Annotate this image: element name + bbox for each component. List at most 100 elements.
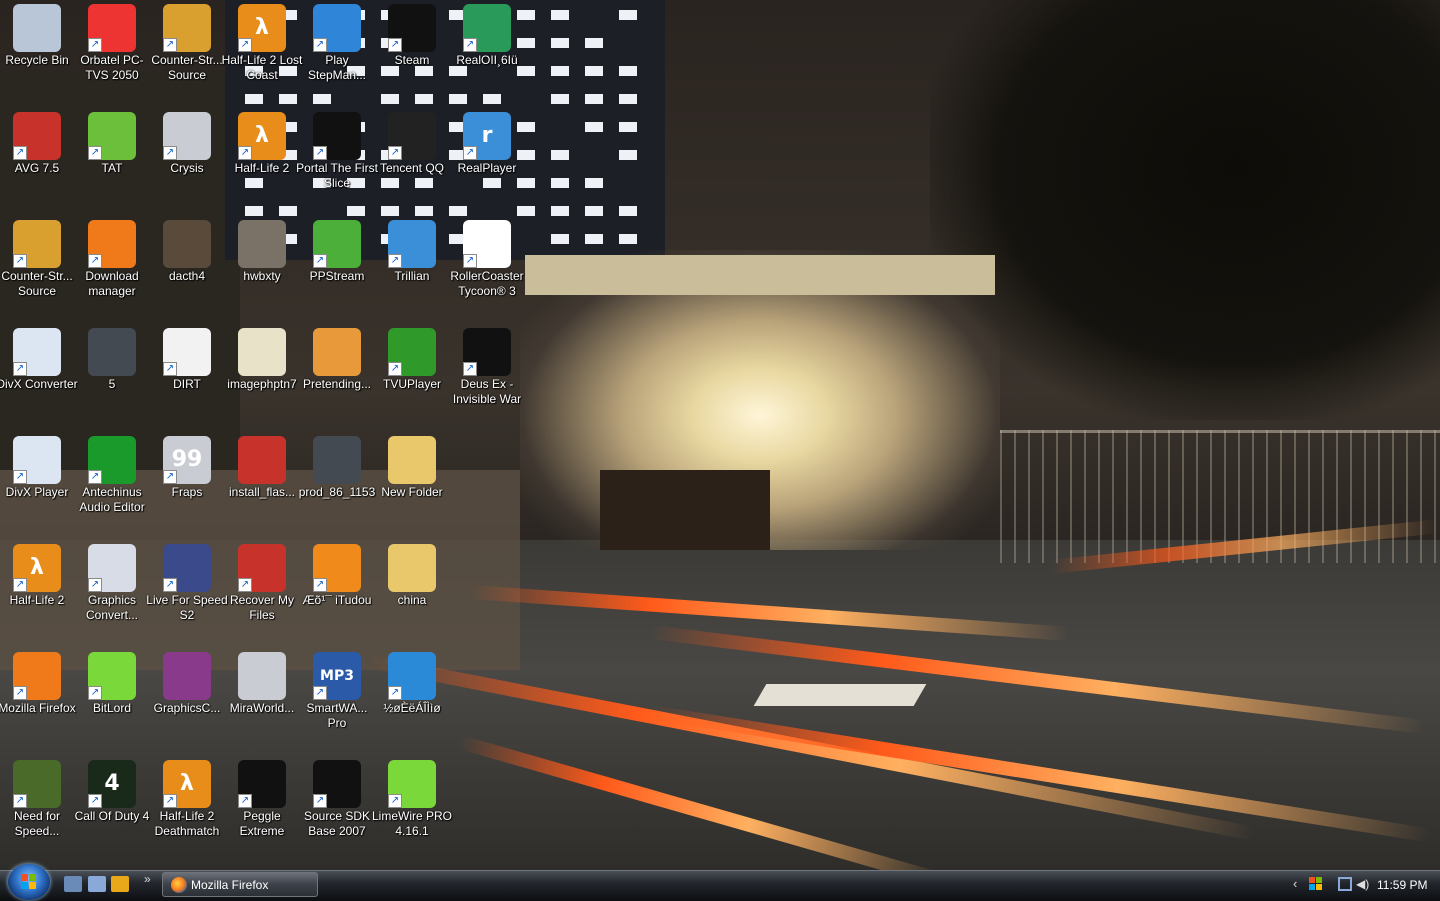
desktop-icon[interactable]: ↗ RealOII¸6Iü (450, 0, 524, 104)
desktop-icon-label: Fraps (171, 485, 203, 499)
desktop-icon-label: Call Of Duty 4 (74, 809, 150, 823)
shortcut-arrow-icon: ↗ (88, 146, 102, 160)
desktop-icon-label: Pretending... (302, 377, 372, 391)
shortcut-arrow-icon: ↗ (88, 686, 102, 700)
desktop-icon[interactable]: ↗ AVG 7.5 (0, 108, 74, 212)
desktop-icon[interactable]: ↗ Source SDK Base 2007 (300, 756, 374, 860)
desktop-icon[interactable]: ↗ Steam (375, 0, 449, 104)
desktop-icon[interactable]: ↗ Live For Speed S2 (146, 540, 228, 644)
half-life-icon: λ ↗ (13, 544, 61, 592)
desktop-icon[interactable]: imagephptn7 (225, 324, 299, 428)
desktop-icon[interactable]: New Folder (375, 432, 449, 536)
desktop-icon[interactable]: ↗ ½øÈëÁÎÌìø (375, 648, 449, 752)
desktop-icon[interactable]: ↗ Need for Speed... (0, 756, 74, 860)
desktop-icon[interactable]: ↗ Antechinus Audio Editor (75, 432, 149, 536)
shortcut-arrow-icon: ↗ (163, 38, 177, 52)
desktop-icon-label: RealPlayer (457, 161, 517, 175)
image-file-icon (238, 220, 286, 268)
desktop-icon[interactable]: r ↗ RealPlayer (450, 108, 524, 212)
desktop-icon[interactable]: ↗ DIRT (150, 324, 224, 428)
building-window (551, 38, 569, 48)
desktop-icon[interactable]: Pretending... (300, 324, 374, 428)
rollercoaster-icon: ↗ (463, 220, 511, 268)
desktop-icon-label: Counter-Str... Source (151, 53, 223, 82)
desktop-icon[interactable]: install_flas... (225, 432, 299, 536)
desktop-icon[interactable]: ↗ Counter-Str... Source (0, 216, 74, 320)
desktop-icon[interactable]: λ ↗ Half-Life 2 (0, 540, 74, 644)
desktop-icon[interactable]: ↗ Deus Ex - Invisible War (450, 324, 524, 428)
volume-icon[interactable]: ◀) (1356, 877, 1370, 891)
desktop-icon[interactable]: ↗ TVUPlayer (375, 324, 449, 428)
desktop-icon[interactable]: 5 (75, 324, 149, 428)
desktop-icon[interactable]: dacth4 (150, 216, 224, 320)
switch-windows-icon[interactable] (88, 876, 106, 892)
desktop-icon[interactable]: ↗ Counter-Str... Source (150, 0, 224, 104)
shortcut-arrow-icon: ↗ (388, 686, 402, 700)
desktop-icon[interactable]: λ ↗ Half-Life 2 Lost Coast (222, 0, 302, 104)
media-player-icon[interactable] (111, 876, 129, 892)
desktop-icon-label: Half-Life 2 (9, 593, 65, 607)
show-hidden-icons-chevron-icon[interactable]: ‹ (1293, 876, 1297, 891)
desktop-icon[interactable]: china (375, 540, 449, 644)
live-for-speed-icon: ↗ (163, 544, 211, 592)
video-file-icon (88, 328, 136, 376)
download-manager-icon: ↗ (88, 220, 136, 268)
desktop-icon-label: AVG 7.5 (14, 161, 60, 175)
desktop-icon[interactable]: ↗ Download manager (75, 216, 149, 320)
shortcut-arrow-icon: ↗ (238, 794, 252, 808)
desktop-icon[interactable]: ↗ Graphics Convert... (75, 540, 149, 644)
desktop-icon[interactable]: GraphicsC... (150, 648, 224, 752)
desktop-icon[interactable]: λ ↗ Half-Life 2 (225, 108, 299, 212)
desktop-icon[interactable]: ↗ Recover My Files (225, 540, 299, 644)
building-window (551, 94, 569, 104)
recover-files-icon: ↗ (238, 544, 286, 592)
crysis-icon: ↗ (163, 112, 211, 160)
desktop-icon-label: Graphics Convert... (85, 593, 139, 622)
desktop-icon[interactable]: 4 ↗ Call Of Duty 4 (75, 756, 149, 860)
desktop-icon[interactable]: ↗ Æõ¹¯ iTudou (300, 540, 374, 644)
shortcut-arrow-icon: ↗ (13, 146, 27, 160)
building-window (619, 206, 637, 216)
show-desktop-icon[interactable] (64, 876, 82, 892)
network-icon[interactable] (1338, 877, 1352, 891)
shortcut-arrow-icon: ↗ (388, 794, 402, 808)
windows-flag-tray-icon[interactable] (1309, 877, 1323, 891)
shortcut-arrow-icon: ↗ (88, 470, 102, 484)
desktop-icon[interactable]: ↗ BitLord (75, 648, 149, 752)
qq-penguin-icon: ↗ (388, 112, 436, 160)
shortcut-arrow-icon: ↗ (313, 578, 327, 592)
desktop-icon[interactable]: ↗ LimeWire PRO 4.16.1 (372, 756, 452, 860)
desktop-icon[interactable]: ↗ Trillian (375, 216, 449, 320)
windows-logo-icon (21, 874, 37, 890)
start-button[interactable] (8, 864, 50, 900)
desktop-icon[interactable]: ↗ DivX Player (0, 432, 74, 536)
desktop-icon[interactable]: hwbxty (225, 216, 299, 320)
desktop-icon[interactable]: λ ↗ Half-Life 2 Deathmatch (150, 756, 224, 860)
desktop-icon[interactable]: ↗ Play StepMan... (300, 0, 374, 104)
desktop-icon[interactable]: ↗ Orbatel PC-TVS 2050 (75, 0, 149, 104)
desktop-icon[interactable]: MP3 ↗ SmartWA... Pro (300, 648, 374, 752)
desktop-icon-label: imagephptn7 (227, 377, 297, 391)
quicklaunch-overflow-chevron-icon[interactable]: » (144, 872, 151, 886)
shortcut-arrow-icon: ↗ (238, 38, 252, 52)
desktop-icon[interactable]: ↗ DivX Converter (0, 324, 78, 428)
desktop-icon[interactable]: ↗ TAT (75, 108, 149, 212)
itudou-icon: ↗ (313, 544, 361, 592)
desktop-icon[interactable]: ↗ Portal The First Slice (296, 108, 378, 212)
system-clock[interactable]: 11:59 PM (1377, 878, 1427, 892)
desktop-icon[interactable]: ↗ Mozilla Firefox (0, 648, 76, 752)
desktop-icon[interactable]: Recycle Bin (0, 0, 74, 104)
desktop-icon[interactable]: ↗ RollerCoaster Tycoon® 3 (450, 216, 524, 320)
desktop-icon[interactable]: MiraWorld... (225, 648, 299, 752)
desktop-icon[interactable]: ↗ Peggle Extreme (225, 756, 299, 860)
desktop-icon[interactable]: ↗ Crysis (150, 108, 224, 212)
graphics-converter-icon: ↗ (88, 544, 136, 592)
desktop-icon[interactable]: ↗ PPStream (300, 216, 374, 320)
building-window (585, 234, 603, 244)
desktop-icon[interactable]: prod_86_1153 (299, 432, 375, 536)
desktop-icon[interactable]: ↗ Tencent QQ (375, 108, 449, 212)
ppstream-icon: ↗ (313, 220, 361, 268)
desktop-icon[interactable]: 99 ↗ Fraps (150, 432, 224, 536)
taskbar-button-firefox[interactable]: Mozilla Firefox (162, 872, 318, 897)
divx-converter-icon: ↗ (13, 328, 61, 376)
